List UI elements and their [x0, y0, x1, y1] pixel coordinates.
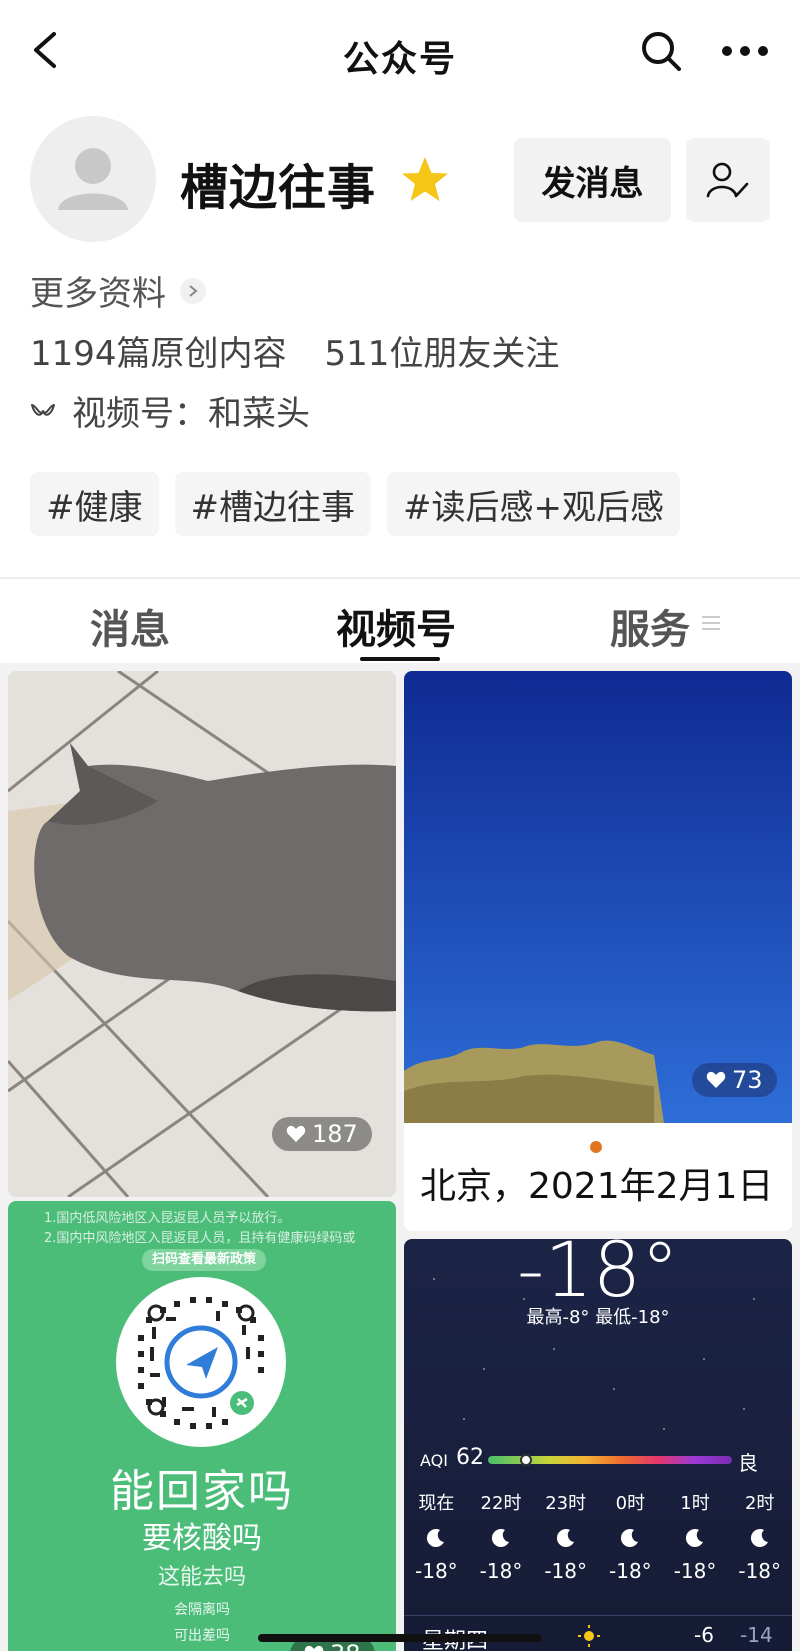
day-low: -14 [740, 1623, 773, 1647]
moon-icon [620, 1517, 640, 1559]
tag-reviews[interactable]: #读后感+观后感 [387, 472, 680, 536]
hour-label: 1时 [680, 1493, 710, 1514]
star-icon [402, 157, 448, 201]
sun-icon [578, 1625, 600, 1647]
moon-icon [750, 1517, 770, 1559]
top-bar: 公众号 [0, 0, 800, 104]
heart-icon [304, 1645, 324, 1651]
chevron-right-icon [180, 277, 206, 304]
tag-caobian[interactable]: #槽边往事 [174, 472, 371, 536]
avatar[interactable] [30, 116, 156, 242]
tag-list: #健康 #槽边往事 #读后感+观后感 [30, 472, 680, 536]
tab-services[interactable]: 服务 [610, 597, 690, 655]
video-caption: 北京，2021年2月1日 [420, 1166, 774, 1207]
account-stats: 1194篇原创内容 511位朋友关注 [30, 326, 559, 375]
more-icon[interactable] [720, 40, 770, 62]
like-count: 73 [732, 1066, 763, 1094]
divider [404, 1615, 792, 1616]
default-avatar-icon [58, 148, 128, 210]
high-low-temperature: 最高-8° 最低-18° [526, 1307, 670, 1328]
original-count: 1194篇原创内容 [30, 334, 287, 374]
tab-messages[interactable]: 消息 [90, 597, 170, 655]
hour-temperature: -18° [479, 1559, 523, 1583]
menu-icon [702, 616, 720, 630]
hour-temperature: -18° [738, 1559, 782, 1583]
hour-label: 22时 [480, 1493, 522, 1514]
qr-line: 会隔离吗 [174, 1602, 230, 1618]
active-tab-indicator [360, 657, 440, 661]
hour-label: 现在 [418, 1493, 455, 1514]
moon-icon [556, 1517, 576, 1559]
video-channel-icon [31, 403, 55, 416]
hour-column: 现在 -18° [404, 1489, 469, 1583]
send-message-button[interactable]: 发消息 [514, 138, 671, 222]
hour-temperature: -18° [673, 1559, 717, 1583]
hour-temperature: -18° [609, 1559, 652, 1583]
mini-program-code-icon [138, 1297, 264, 1429]
aqi-marker [520, 1454, 532, 1466]
like-count-badge: 187 [272, 1117, 372, 1151]
aqi-value: 62 [456, 1445, 484, 1470]
like-count: 187 [312, 1120, 358, 1148]
policy-note: 2.国内中风险地区入昆返昆人员，且持有健康码绿码或 [44, 1231, 356, 1246]
video-account-link[interactable]: 视频号：和菜头 [30, 386, 310, 435]
hour-column: 22时 -18° [469, 1489, 534, 1583]
tag-health[interactable]: #健康 [30, 472, 159, 536]
more-info-link[interactable]: 更多资料 [30, 266, 206, 315]
like-count-badge: 73 [692, 1063, 777, 1097]
day-high: -6 [694, 1623, 714, 1647]
hour-temperature: -18° [544, 1559, 588, 1583]
moon-icon [491, 1517, 511, 1559]
video-grid: 187 73 北京，2021年2月1日 1.国内低风险地区入昆返昆人员予以放行。… [0, 663, 800, 1651]
hour-column: 0时 -18° [598, 1489, 663, 1583]
video-card-weather[interactable]: -18° 最高-8° 最低-18° AQI 62 良 现在 -18° 22时 -… [404, 1239, 792, 1651]
person-check-icon [706, 162, 749, 198]
video-card-cat[interactable]: 187 [8, 671, 396, 1197]
heart-icon [706, 1071, 726, 1088]
video-account-label: 视频号：和菜头 [72, 394, 310, 434]
more-info-label: 更多资料 [30, 274, 166, 314]
hour-column: 2时 -18° [727, 1489, 792, 1583]
aqi-label: AQI [420, 1451, 448, 1470]
tab-bar: 消息 视频号 服务 [0, 579, 800, 663]
hour-column: 1时 -18° [663, 1489, 728, 1583]
hour-label: 0时 [615, 1493, 646, 1514]
hourly-forecast: 现在 -18° 22时 -18° 23时 -18° 0时 -18° 1时 -18… [404, 1489, 792, 1583]
scan-policy-pill: 扫码查看最新政策 [142, 1249, 266, 1271]
qr-line: 这能去吗 [157, 1565, 246, 1590]
account-name: 槽边往事 [180, 160, 377, 216]
qr-headline: 能回家吗 [110, 1466, 294, 1517]
policy-note: 1.国内低风险地区入昆返昆人员予以放行。 [44, 1211, 291, 1226]
hour-column: 23时 -18° [533, 1489, 598, 1583]
aqi-grade: 良 [738, 1451, 758, 1475]
hour-label: 23时 [545, 1493, 587, 1514]
qr-code [116, 1277, 286, 1447]
location-dot [590, 1141, 602, 1153]
search-icon[interactable] [640, 30, 682, 72]
video-card-qr[interactable]: 1.国内低风险地区入昆返昆人员予以放行。 2.国内中风险地区入昆返昆人员，且持有… [8, 1201, 396, 1651]
moon-icon [685, 1517, 705, 1559]
home-indicator[interactable] [258, 1634, 542, 1642]
follow-button[interactable] [686, 138, 770, 222]
qr-subheadline: 要核酸吗 [142, 1521, 262, 1556]
sky-thumbnail [404, 671, 792, 1123]
policy-notes: 1.国内低风险地区入昆返昆人员予以放行。 2.国内中风险地区入昆返昆人员，且持有… [44, 1209, 384, 1249]
hour-label: 2时 [744, 1493, 775, 1514]
moon-icon [426, 1517, 446, 1559]
heart-icon [286, 1125, 306, 1142]
hour-temperature: -18° [415, 1559, 458, 1583]
tab-video[interactable]: 视频号 [336, 597, 456, 655]
friends-follow-count[interactable]: 511位朋友关注 [325, 334, 560, 374]
video-card-sky[interactable]: 73 北京，2021年2月1日 [404, 671, 792, 1231]
